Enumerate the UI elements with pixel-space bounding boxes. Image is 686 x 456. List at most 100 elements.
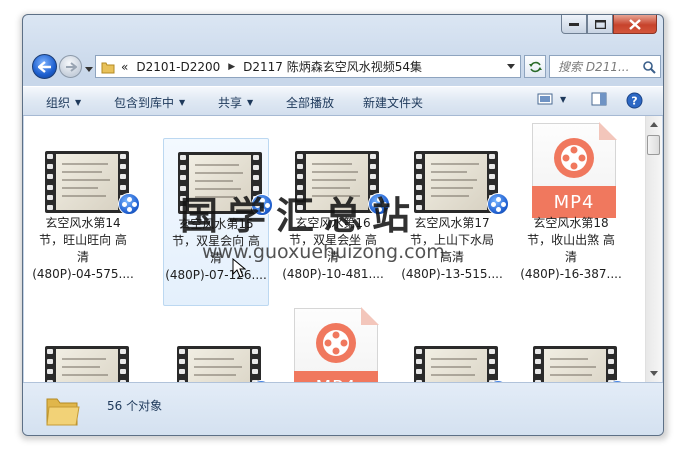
address-bar[interactable]: « D2101-D2200 ▶ D2117 陈炳森玄空风水视频54集: [95, 55, 521, 78]
chevron-down-icon: [85, 67, 93, 72]
explorer-window: « D2101-D2200 ▶ D2117 陈炳森玄空风水视频54集 组织 ▼ 包…: [22, 14, 664, 436]
new-folder-label: 新建文件夹: [363, 96, 424, 110]
media-player-badge-icon: [118, 193, 140, 215]
chevron-down-icon: [650, 371, 658, 376]
folder-icon: [101, 62, 115, 73]
folder-icon: [46, 398, 80, 426]
breadcrumb-item[interactable]: D2101-D2200: [136, 60, 220, 74]
media-player-badge-icon: [251, 194, 273, 216]
file-item[interactable]: 玄空风水第16 节，双星会坐 高 清 (480P)-10-481....: [280, 116, 390, 306]
include-in-library-button[interactable]: 包含到库中 ▼: [114, 94, 185, 111]
file-item[interactable]: [163, 311, 272, 382]
mp4-label: MP4: [294, 371, 378, 382]
file-item[interactable]: MP4 玄空风水第18 节，收山出煞 高 清 (480P)-16-387....: [518, 116, 624, 306]
address-dropdown-button[interactable]: [502, 56, 520, 77]
command-bar: 组织 ▼ 包含到库中 ▼ 共享 ▼ 全部播放 新建文件夹 ▼ ?: [23, 86, 663, 116]
preview-pane-button[interactable]: [591, 92, 607, 106]
new-folder-button[interactable]: 新建文件夹: [363, 94, 423, 111]
chevron-down-icon: [507, 63, 515, 69]
file-name: 玄空风水第15 节，双星会向 高 清 (480P)-07-126....: [165, 217, 267, 282]
navigation-bar: « D2101-D2200 ▶ D2117 陈炳森玄空风水视频54集: [29, 52, 661, 82]
film-reel-icon: [177, 346, 261, 382]
chevron-down-icon: ▼: [247, 98, 254, 107]
file-list[interactable]: 玄空风水第14 节，旺山旺向 高 清 (480P)-04-575.... 玄空风…: [24, 116, 662, 382]
details-pane: 56 个对象: [23, 382, 663, 435]
minimize-button[interactable]: [561, 15, 587, 34]
mouse-cursor-icon: [232, 258, 246, 278]
scroll-down-button[interactable]: [646, 365, 662, 382]
share-button[interactable]: 共享 ▼: [218, 94, 253, 111]
search-box: [549, 55, 661, 78]
help-button[interactable]: ?: [626, 92, 643, 109]
search-input[interactable]: [556, 58, 646, 75]
scroll-up-button[interactable]: [646, 116, 662, 133]
file-item[interactable]: 玄空风水第14 节，旺山旺向 高 清 (480P)-04-575....: [30, 116, 140, 306]
caption-buttons: [561, 15, 657, 34]
share-label: 共享: [218, 96, 243, 110]
organize-button[interactable]: 组织 ▼: [46, 94, 81, 111]
chevron-down-icon: ▼: [75, 98, 82, 107]
chevron-down-icon: ▼: [560, 94, 567, 104]
video-thumbnail: [177, 346, 272, 382]
forward-button[interactable]: [59, 55, 82, 78]
video-thumbnail: [295, 151, 390, 215]
video-thumbnail: [533, 346, 628, 382]
file-item[interactable]: [518, 311, 628, 382]
video-thumbnail: [414, 151, 509, 215]
mp4-label: MP4: [532, 186, 616, 218]
file-item[interactable]: [30, 311, 136, 382]
svg-text:?: ?: [631, 95, 637, 108]
arrow-left-icon: [37, 60, 51, 73]
include-in-library-label: 包含到库中: [114, 96, 175, 110]
close-icon: [629, 18, 641, 30]
breadcrumb-separator-icon[interactable]: ▶: [228, 62, 235, 72]
video-thumbnail: [178, 152, 273, 216]
change-view-button[interactable]: ▼: [537, 92, 566, 106]
file-name: 玄空风水第14 节，旺山旺向 高 清 (480P)-04-575....: [32, 216, 134, 281]
view-icon: [537, 93, 553, 105]
organize-label: 组织: [46, 96, 71, 110]
film-reel-icon: [414, 151, 498, 213]
file-item[interactable]: 玄空风水第17 节，上山下水局 高清 (480P)-13-515....: [399, 116, 509, 306]
film-reel-icon: [178, 152, 262, 214]
file-name: 玄空风水第17 节，上山下水局 高清 (480P)-13-515....: [401, 216, 503, 281]
film-reel-icon: [295, 151, 379, 213]
maximize-button[interactable]: [587, 15, 613, 34]
media-player-badge-icon: [368, 193, 390, 215]
file-item-selected[interactable]: 玄空风水第15 节，双星会向 高 清 (480P)-07-126....: [163, 138, 273, 306]
refresh-icon: [529, 61, 542, 72]
search-icon[interactable]: [642, 60, 656, 74]
scroll-thumb[interactable]: [647, 135, 660, 155]
close-button[interactable]: [613, 15, 657, 34]
minimize-icon: [569, 23, 579, 26]
mp4-file-icon: MP4: [294, 307, 379, 382]
film-reel-icon: [45, 151, 129, 213]
file-item[interactable]: [399, 311, 509, 382]
play-all-button[interactable]: 全部播放: [286, 94, 334, 111]
film-reel-icon: [45, 346, 129, 382]
breadcrumb-overflow[interactable]: «: [121, 60, 128, 74]
video-thumbnail: [414, 346, 509, 382]
recent-pages-button[interactable]: [85, 62, 93, 76]
media-player-badge-icon: [487, 193, 509, 215]
mp4-file-icon: MP4: [532, 122, 617, 218]
play-all-label: 全部播放: [286, 96, 335, 110]
chevron-down-icon: ▼: [179, 98, 186, 107]
item-count: 56 个对象: [107, 399, 163, 413]
video-thumbnail: [45, 346, 129, 382]
maximize-icon: [594, 19, 606, 29]
vertical-scrollbar[interactable]: [645, 116, 662, 382]
file-name: 玄空风水第16 节，双星会坐 高 清 (480P)-10-481....: [282, 216, 384, 281]
film-reel-icon: [533, 346, 617, 382]
film-reel-icon: [414, 346, 498, 382]
breadcrumb-item[interactable]: D2117 陈炳森玄空风水视频54集: [243, 58, 422, 75]
back-button[interactable]: [32, 54, 57, 79]
video-thumbnail: [45, 151, 140, 215]
film-reel-icon: [554, 138, 594, 178]
file-item[interactable]: MP4: [280, 296, 386, 382]
refresh-button[interactable]: [524, 55, 546, 78]
file-name: 玄空风水第18 节，收山出煞 高 清 (480P)-16-387....: [520, 216, 622, 281]
help-icon: ?: [626, 92, 643, 109]
chevron-up-icon: [650, 122, 658, 127]
breadcrumb: « D2101-D2200 ▶ D2117 陈炳森玄空风水视频54集: [121, 58, 422, 75]
